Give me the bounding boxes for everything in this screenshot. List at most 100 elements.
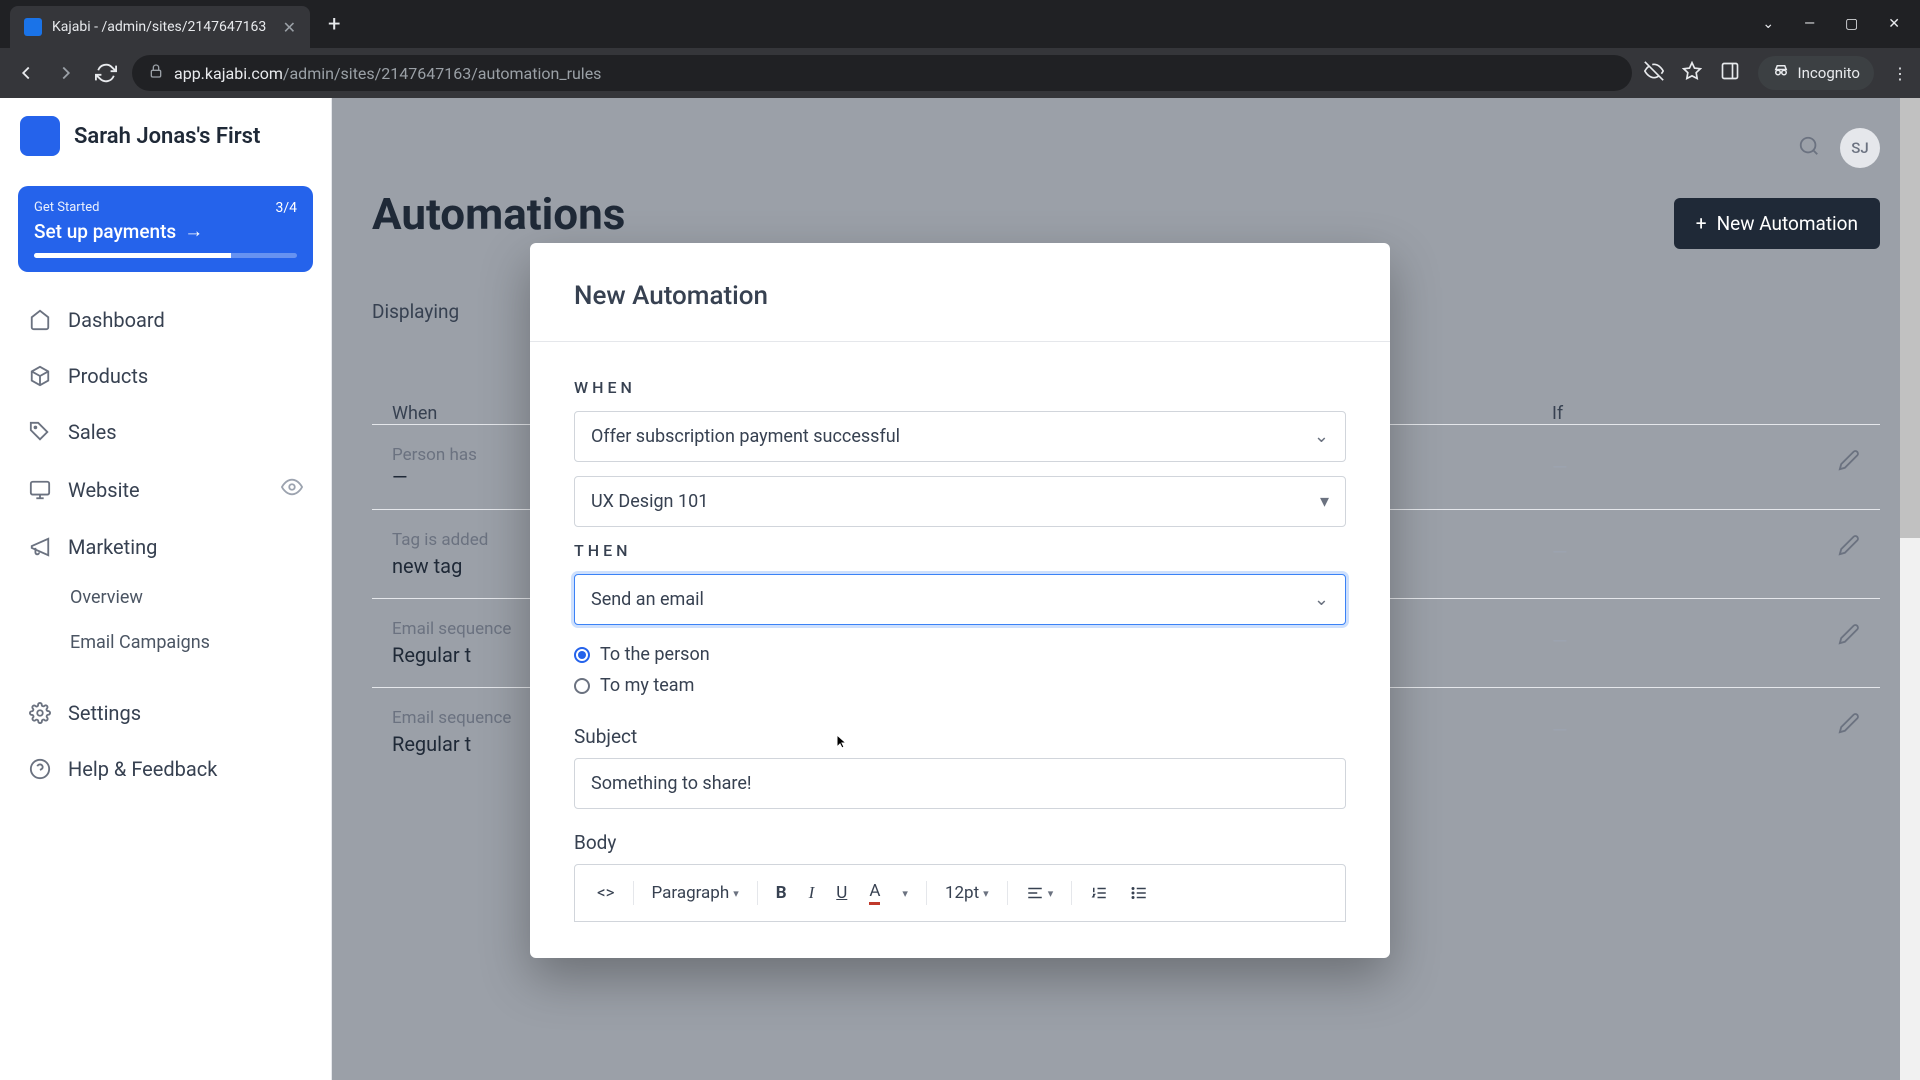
tab-bar: Kajabi - /admin/sites/2147647163 ✕ + ⌄ ―… — [0, 0, 1920, 48]
subnav-overview[interactable]: Overview — [70, 575, 331, 620]
home-icon — [28, 308, 52, 332]
megaphone-icon — [28, 535, 52, 559]
chevron-down-icon: ⌄ — [1314, 589, 1329, 610]
select-value: Offer subscription payment successful — [591, 426, 900, 447]
monitor-icon — [28, 478, 52, 502]
sidebar-item-marketing[interactable]: Marketing — [0, 519, 331, 575]
text-color-button[interactable]: A — [861, 875, 888, 911]
plus-icon: + — [1696, 212, 1707, 235]
search-icon[interactable] — [1798, 135, 1820, 161]
setup-main-label: Set up payments — [34, 220, 176, 243]
new-automation-button[interactable]: + New Automation — [1674, 198, 1880, 249]
new-tab-button[interactable]: + — [328, 12, 340, 37]
browser-tab[interactable]: Kajabi - /admin/sites/2147647163 ✕ — [10, 6, 310, 48]
when-offer-select[interactable]: UX Design 101 ▾ — [574, 476, 1346, 527]
favicon — [24, 18, 42, 36]
incognito-label: Incognito — [1798, 64, 1860, 82]
underline-button[interactable]: U — [828, 877, 855, 909]
subject-input[interactable] — [574, 758, 1346, 809]
tab-title: Kajabi - /admin/sites/2147647163 — [52, 19, 273, 35]
radio-icon — [574, 647, 590, 663]
nav-label: Sales — [68, 420, 117, 444]
url-field[interactable]: app.kajabi.com/admin/sites/2147647163/au… — [132, 55, 1632, 91]
gear-icon — [28, 701, 52, 725]
ordered-list-button[interactable] — [1082, 878, 1116, 908]
forward-button[interactable] — [52, 59, 80, 87]
progress-bar — [34, 253, 297, 258]
window-controls: ⌄ ― ▢ ✕ — [1762, 16, 1920, 32]
eye-icon[interactable] — [281, 476, 303, 503]
subnav-email-campaigns[interactable]: Email Campaigns — [70, 620, 331, 665]
caret-down-icon: ▾ — [1320, 491, 1329, 512]
close-window-button[interactable]: ✕ — [1888, 16, 1900, 32]
pencil-icon[interactable] — [1838, 623, 1860, 649]
pencil-icon[interactable] — [1838, 534, 1860, 560]
avatar[interactable]: SJ — [1840, 128, 1880, 168]
nav-label: Help & Feedback — [68, 757, 217, 781]
subject-label: Subject — [574, 725, 1346, 748]
pencil-icon[interactable] — [1838, 449, 1860, 475]
radio-to-person[interactable]: To the person — [574, 639, 1346, 670]
then-label: THEN — [574, 541, 1346, 560]
help-icon — [28, 757, 52, 781]
align-button[interactable]: ▾ — [1018, 878, 1062, 908]
text-color-dropdown[interactable]: ▾ — [894, 881, 916, 906]
new-automation-label: New Automation — [1717, 212, 1858, 235]
paragraph-select[interactable]: Paragraph ▾ — [644, 877, 747, 909]
minimize-button[interactable]: ― — [1804, 16, 1815, 32]
sidebar-item-dashboard[interactable]: Dashboard — [0, 292, 331, 348]
when-trigger-select[interactable]: Offer subscription payment successful ⌄ — [574, 411, 1346, 462]
kebab-icon[interactable]: ⋮ — [1892, 64, 1908, 83]
brand[interactable]: Sarah Jonas's First — [0, 116, 331, 176]
tag-icon — [28, 420, 52, 444]
sidebar-item-settings[interactable]: Settings — [0, 685, 331, 741]
sidebar: Sarah Jonas's First Get Started 3/4 Set … — [0, 98, 332, 1080]
setup-small: Get Started — [34, 200, 297, 215]
modal-title: New Automation — [574, 281, 1346, 311]
sidebar-item-help[interactable]: Help & Feedback — [0, 741, 331, 797]
nav-label: Dashboard — [68, 308, 165, 332]
setup-count: 3/4 — [275, 200, 297, 216]
font-size-select[interactable]: 12pt ▾ — [937, 877, 997, 909]
italic-button[interactable]: I — [801, 877, 823, 909]
brand-name: Sarah Jonas's First — [74, 124, 260, 149]
unordered-list-button[interactable] — [1122, 878, 1156, 908]
panel-icon[interactable] — [1720, 61, 1740, 85]
url-path: /admin/sites/2147647163/automation_rules — [283, 64, 602, 83]
nav-label: Settings — [68, 701, 141, 725]
lock-icon — [148, 63, 164, 83]
col-if: If — [1552, 403, 1563, 424]
radio-label: To the person — [600, 644, 710, 665]
body-label: Body — [574, 831, 1346, 854]
when-label: WHEN — [574, 378, 1346, 397]
maximize-button[interactable]: ▢ — [1845, 16, 1858, 32]
back-button[interactable] — [12, 59, 40, 87]
editor-toolbar: <> Paragraph ▾ B I U A ▾ 12pt ▾ ▾ — [574, 864, 1346, 922]
tabs-dropdown-icon[interactable]: ⌄ — [1762, 16, 1774, 32]
then-action-select[interactable]: Send an email ⌄ — [574, 574, 1346, 625]
radio-to-team[interactable]: To my team — [574, 670, 1346, 701]
select-value: UX Design 101 — [591, 491, 708, 512]
address-bar: app.kajabi.com/admin/sites/2147647163/au… — [0, 48, 1920, 98]
caret-down-icon: ▾ — [733, 887, 739, 900]
code-view-button[interactable]: <> — [589, 877, 623, 909]
reload-button[interactable] — [92, 59, 120, 87]
setup-card[interactable]: Get Started 3/4 Set up payments → — [18, 186, 313, 272]
page-title: Automations — [372, 188, 1880, 240]
pencil-icon[interactable] — [1838, 712, 1860, 738]
radio-icon — [574, 678, 590, 694]
star-icon[interactable] — [1682, 61, 1702, 85]
incognito-icon — [1772, 62, 1790, 84]
incognito-badge[interactable]: Incognito — [1758, 56, 1874, 90]
bold-button[interactable]: B — [768, 877, 795, 909]
sidebar-item-products[interactable]: Products — [0, 348, 331, 404]
eye-off-icon[interactable] — [1644, 61, 1664, 85]
caret-down-icon: ▾ — [983, 887, 989, 900]
sidebar-item-sales[interactable]: Sales — [0, 404, 331, 460]
close-icon[interactable]: ✕ — [283, 18, 296, 37]
chevron-down-icon: ⌄ — [1314, 426, 1329, 447]
scrollbar[interactable] — [1900, 98, 1920, 1080]
sidebar-item-website[interactable]: Website — [0, 460, 331, 519]
url-host: app.kajabi.com — [174, 64, 283, 83]
arrow-right-icon: → — [184, 219, 203, 243]
